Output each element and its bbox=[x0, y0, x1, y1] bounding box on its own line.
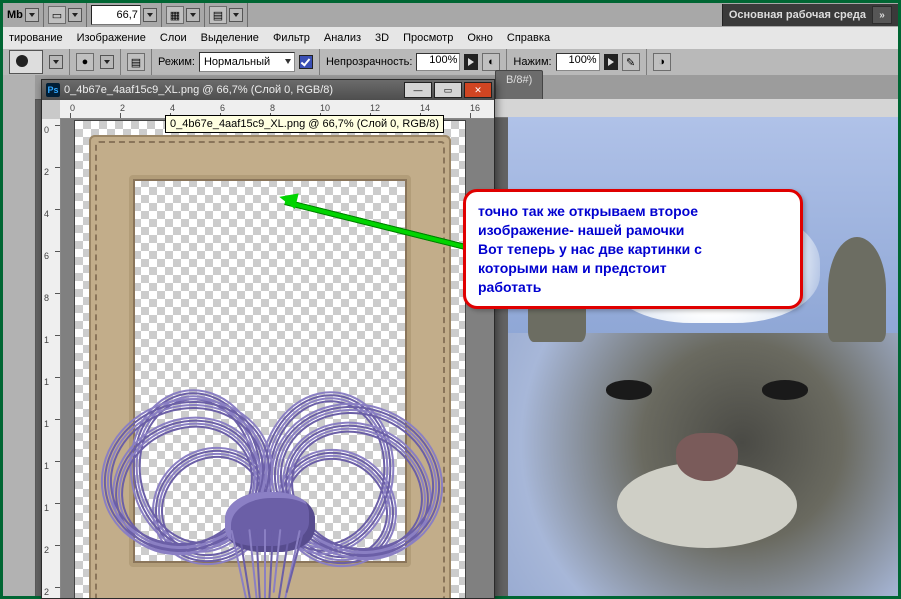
menu-analysis[interactable]: Анализ bbox=[324, 32, 361, 44]
zoom-input[interactable] bbox=[91, 5, 141, 25]
extras-button[interactable]: ▤ bbox=[205, 3, 248, 27]
workspace-switcher[interactable]: Основная рабочая среда » bbox=[722, 4, 898, 26]
photoshop-icon: Ps bbox=[46, 83, 60, 97]
zoom-menu-icon[interactable] bbox=[143, 8, 157, 22]
arrange-button[interactable]: ▦ bbox=[162, 3, 205, 27]
brush-panel-icon: ▤ bbox=[127, 53, 145, 71]
mode-group: Режим: Нормальный bbox=[152, 49, 320, 75]
tool-preset[interactable] bbox=[3, 49, 70, 75]
menu-window[interactable]: Окно bbox=[467, 32, 493, 44]
menu-bar: тирование Изображение Слои Выделение Фил… bbox=[3, 27, 898, 50]
extras-menu-icon[interactable] bbox=[229, 8, 243, 22]
mode-label: Режим: bbox=[158, 56, 195, 68]
close-button[interactable]: ✕ bbox=[464, 82, 492, 98]
minimize-button[interactable]: — bbox=[404, 82, 432, 98]
app-topbar: Mb ▭ ▦ ▤ Основная рабочая среда » bbox=[3, 3, 898, 28]
brush-icon bbox=[9, 50, 43, 74]
picture-frame-window bbox=[129, 175, 411, 567]
app-frame: Mb ▭ ▦ ▤ Основная рабочая среда » тирова… bbox=[0, 0, 901, 599]
brush-preset-menu-icon[interactable] bbox=[100, 55, 114, 69]
mode-toggle-icon[interactable] bbox=[299, 55, 313, 69]
menu-help[interactable]: Справка bbox=[507, 32, 550, 44]
picture-frame bbox=[89, 135, 451, 598]
arrange-menu-icon[interactable] bbox=[186, 8, 200, 22]
options-bar: ● ▤ Режим: Нормальный Непрозрачность: 10… bbox=[3, 49, 898, 76]
screen-mode-icon: ▭ bbox=[48, 6, 66, 24]
annotation-callout: точно так же открываем второе изображени… bbox=[463, 189, 803, 309]
brush-preset[interactable]: ● bbox=[70, 49, 121, 75]
opacity-pressure-icon[interactable]: ◐ bbox=[482, 53, 500, 71]
flow-input[interactable]: 100% bbox=[556, 53, 600, 71]
mb-menu-icon[interactable] bbox=[25, 8, 39, 22]
tablet-pressure-group: ◑ bbox=[647, 49, 677, 75]
maximize-button[interactable]: ▭ bbox=[434, 82, 462, 98]
opacity-input[interactable]: 100% bbox=[416, 53, 460, 71]
extras-icon: ▤ bbox=[209, 6, 227, 24]
menu-3d[interactable]: 3D bbox=[375, 32, 389, 44]
mb-label: Mb bbox=[3, 3, 44, 27]
flow-slider-icon[interactable] bbox=[604, 54, 618, 70]
opacity-slider-icon[interactable] bbox=[464, 54, 478, 70]
ruler-horizontal-cat bbox=[495, 99, 898, 118]
brush-panel-toggle[interactable]: ▤ bbox=[121, 49, 152, 75]
workspace-expand-icon[interactable]: » bbox=[872, 6, 892, 24]
screen-mode-menu-icon[interactable] bbox=[68, 8, 82, 22]
window-title: 0_4b67e_4aaf15c9_XL.png @ 66,7% (Слой 0,… bbox=[64, 84, 333, 96]
canvas-frame-image[interactable] bbox=[75, 121, 465, 598]
tool-preset-menu-icon[interactable] bbox=[49, 55, 63, 69]
zoom-group bbox=[87, 3, 162, 27]
flow-label: Нажим: bbox=[513, 56, 551, 68]
workspace-label: Основная рабочая среда bbox=[729, 9, 866, 21]
window-titlebar[interactable]: Ps 0_4b67e_4aaf15c9_XL.png @ 66,7% (Слой… bbox=[42, 80, 494, 100]
brush-preset-icon: ● bbox=[76, 53, 94, 71]
airbrush-icon[interactable]: ✎ bbox=[622, 53, 640, 71]
menu-layers[interactable]: Слои bbox=[160, 32, 187, 44]
menu-view[interactable]: Просмотр bbox=[403, 32, 453, 44]
arrange-icon: ▦ bbox=[166, 6, 184, 24]
screen-mode-button[interactable]: ▭ bbox=[44, 3, 87, 27]
opacity-label: Непрозрачность: bbox=[326, 56, 412, 68]
tool-strip[interactable] bbox=[3, 75, 36, 596]
opacity-group: Непрозрачность: 100% ◐ bbox=[320, 49, 507, 75]
mode-select[interactable]: Нормальный bbox=[199, 52, 295, 72]
ruler-vertical: 024681111122 bbox=[42, 119, 61, 598]
canvas-viewport[interactable] bbox=[61, 119, 494, 598]
document-window[interactable]: Ps 0_4b67e_4aaf15c9_XL.png @ 66,7% (Слой… bbox=[41, 79, 495, 599]
title-tooltip: 0_4b67e_4aaf15c9_XL.png @ 66,7% (Слой 0,… bbox=[165, 115, 444, 133]
menu-image[interactable]: Изображение bbox=[77, 32, 146, 44]
document-tab-2[interactable]: B/8#) bbox=[495, 70, 543, 99]
menu-filter[interactable]: Фильтр bbox=[273, 32, 310, 44]
menu-select[interactable]: Выделение bbox=[201, 32, 259, 44]
tablet-pressure-icon[interactable]: ◑ bbox=[653, 53, 671, 71]
menu-edit[interactable]: тирование bbox=[9, 32, 63, 44]
